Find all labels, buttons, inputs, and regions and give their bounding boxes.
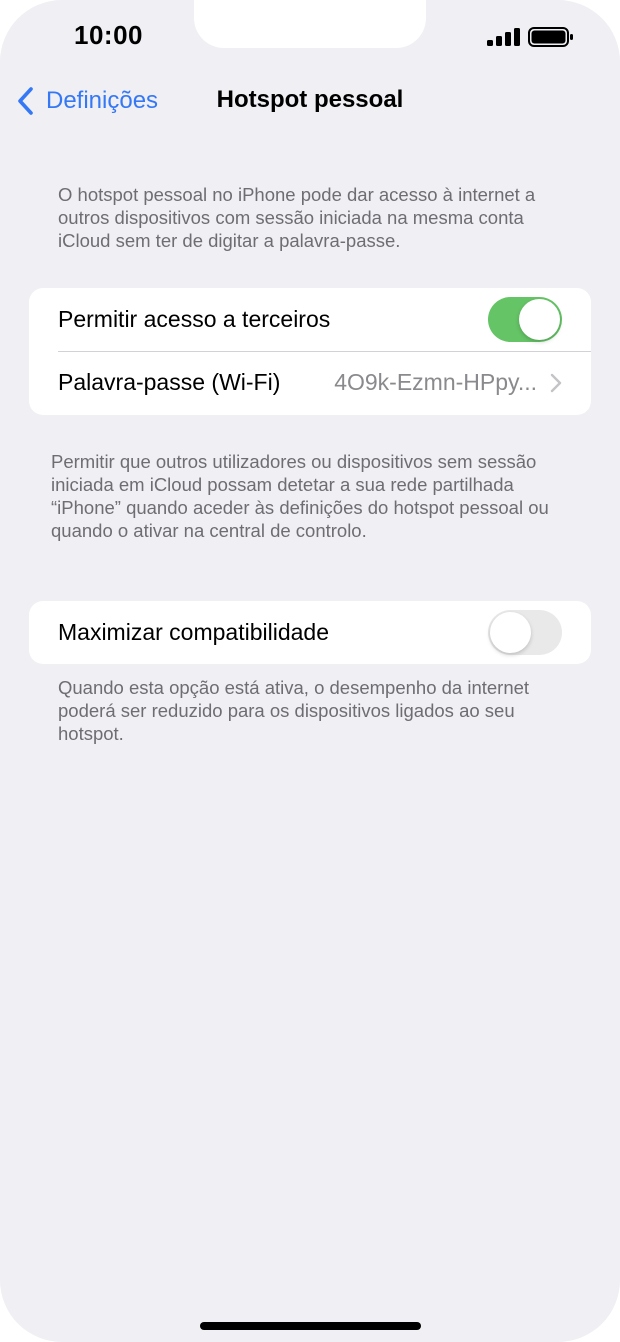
cellular-signal-icon <box>487 28 520 46</box>
allow-others-row: Permitir acesso a terceiros <box>29 288 591 351</box>
hotspot-settings-group: Permitir acesso a terceiros Palavra-pass… <box>29 288 591 415</box>
home-indicator[interactable] <box>200 1322 421 1330</box>
wifi-password-label: Palavra-passe (Wi-Fi) <box>58 369 281 395</box>
toggle-knob <box>519 299 560 340</box>
page-title: Hotspot pessoal <box>216 86 404 113</box>
status-time: 10:00 <box>74 20 143 50</box>
phone-screen: 10:00 Definições Hotspot pessoal O hotsp… <box>0 0 620 1342</box>
maximize-compat-label: Maximizar compatibilidade <box>58 619 329 645</box>
maximize-compat-toggle[interactable] <box>488 610 562 655</box>
battery-full-icon <box>528 27 573 47</box>
compatibility-group: Maximizar compatibilidade <box>29 601 591 664</box>
wifi-password-value: 4O9k-Ezmn-HPpy... <box>334 369 537 395</box>
allow-others-label: Permitir acesso a terceiros <box>58 306 331 332</box>
allow-others-footer: Permitir que outros utilizadores ou disp… <box>51 451 549 541</box>
allow-others-toggle[interactable] <box>488 297 562 342</box>
intro-description: O hotspot pessoal no iPhone pode dar ace… <box>58 184 536 251</box>
wifi-password-row[interactable]: Palavra-passe (Wi-Fi) 4O9k-Ezmn-HPpy... <box>29 351 591 414</box>
maximize-compat-row: Maximizar compatibilidade <box>29 601 591 664</box>
toggle-knob <box>490 612 531 653</box>
chevron-right-icon <box>550 373 562 392</box>
notch <box>194 0 426 48</box>
maximize-compat-footer: Quando esta opção está ativa, o desempen… <box>58 677 530 744</box>
